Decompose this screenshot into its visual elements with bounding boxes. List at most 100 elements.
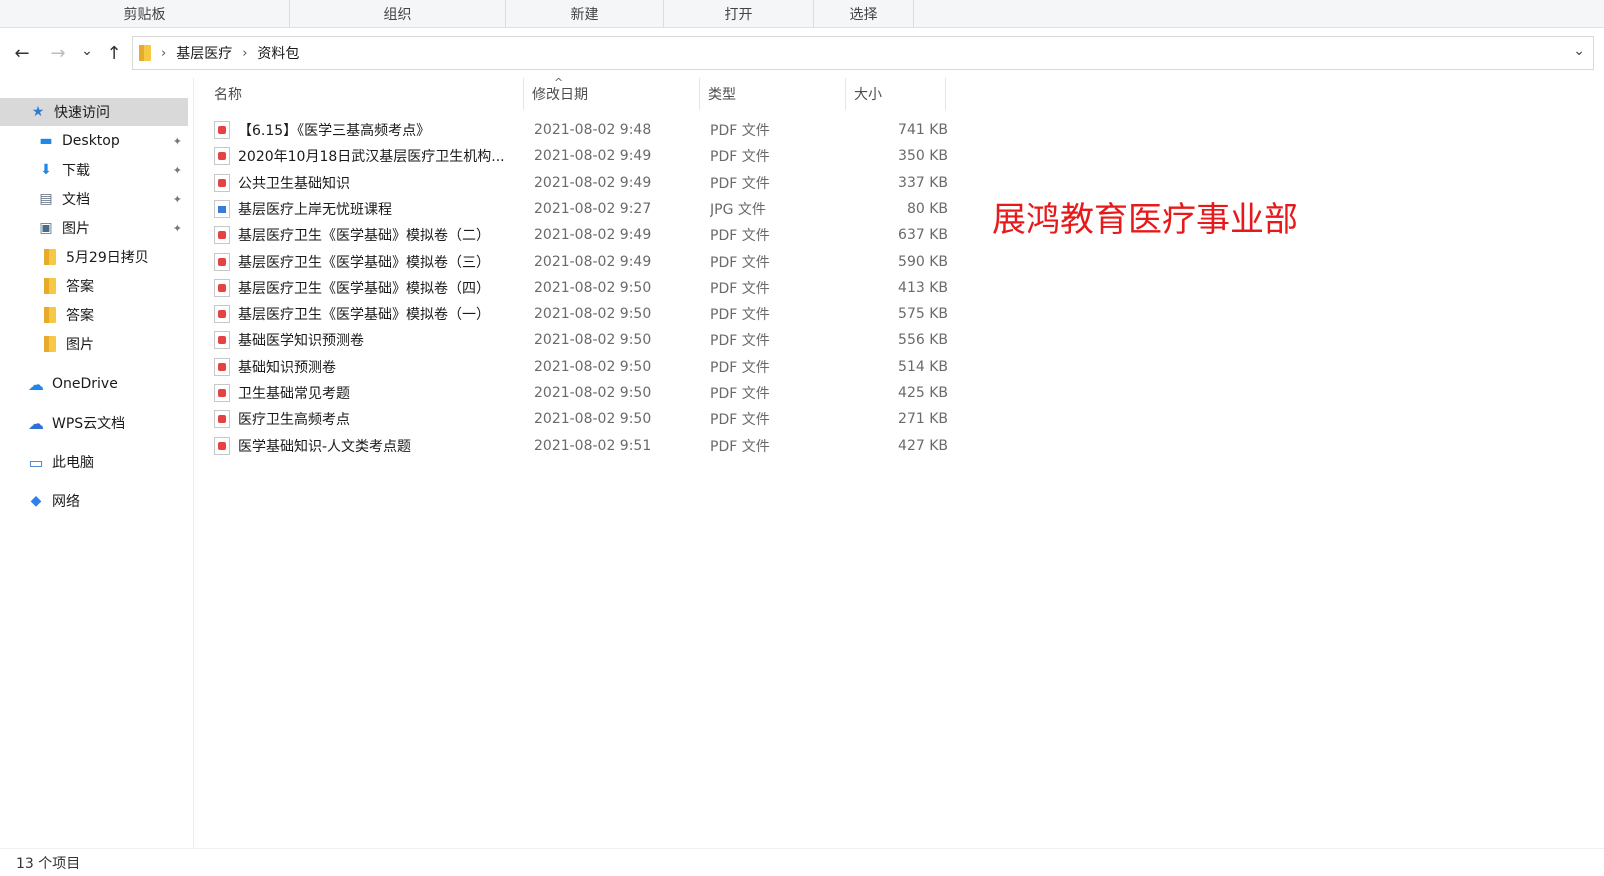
document-icon: ▤ (39, 191, 53, 207)
file-date: 2021-08-02 9:50 (534, 385, 652, 401)
file-row[interactable]: 基础医学知识预测卷 2021-08-02 9:50 PDF 文件 556 KB (214, 327, 1164, 353)
desktop-icon: ▬ (39, 133, 53, 149)
forward-button[interactable]: → (44, 39, 72, 67)
ribbon-group-clipboard[interactable]: 剪贴板 (0, 0, 290, 28)
file-name: 医疗卫生高频考点 (238, 412, 350, 429)
file-name-cell: 基层医疗上岸无忧班课程 (214, 196, 514, 222)
folder-icon (139, 45, 151, 61)
file-name: 基础医学知识预测卷 (238, 333, 364, 350)
up-button[interactable]: ↑ (100, 39, 128, 67)
breadcrumb-item-ziliaobao[interactable]: 资料包 (257, 43, 299, 63)
file-row[interactable]: 基层医疗卫生《医学基础》模拟卷（四） 2021-08-02 9:50 PDF 文件 4… (214, 275, 1164, 301)
file-row[interactable]: 2020年10月18日武汉基层医疗卫生机构... 2021-08-02 9:49 P… (214, 143, 1164, 169)
item-count: 13 个项目 (16, 855, 81, 872)
sidebar-item-label: 此电脑 (52, 455, 94, 471)
file-row[interactable]: 基层医疗卫生《医学基础》模拟卷（一） 2021-08-02 9:50 PDF 文件 5… (214, 301, 1164, 327)
cloud-icon: ☁ (28, 374, 44, 394)
network-icon: ◆ (30, 493, 42, 509)
file-type: PDF 文件 (710, 123, 770, 139)
computer-icon: ▭ (28, 452, 44, 472)
file-date: 2021-08-02 9:49 (534, 253, 652, 270)
sidebar-item-label: 下载 (62, 163, 90, 179)
file-name-cell: 医学基础知识-人文类考点题 (214, 433, 514, 459)
file-name: 基层医疗卫生《医学基础》模拟卷（二） (238, 228, 490, 245)
download-arrow-icon: ⬇ (40, 162, 52, 178)
file-row[interactable]: 卫生基础常见考题 2021-08-02 9:50 PDF 文件 425 KB (214, 380, 1164, 406)
file-row[interactable]: 【6.15】《医学三基高频考点》 2021-08-02 9:48 PDF 文件 741… (214, 117, 1164, 143)
file-name-cell: 卫生基础常见考题 (214, 380, 514, 406)
sidebar-item-desktop[interactable]: ▬ Desktop ✦ (0, 127, 188, 155)
watermark-text: 展鸿教育医疗事业部 (992, 200, 1298, 240)
file-name-cell: 公共卫生基础知识 (214, 170, 514, 196)
sidebar-item-folder-answers-1[interactable]: 答案 (0, 272, 188, 300)
file-name: 基础知识预测卷 (238, 359, 336, 376)
file-date: 2021-08-02 9:49 (534, 227, 652, 244)
sidebar-item-documents[interactable]: ▤ 文档 ✦ (0, 185, 188, 213)
sidebar-item-folder-answers-2[interactable]: 答案 (0, 301, 188, 329)
column-header-name[interactable]: 名称 (206, 78, 524, 110)
file-name-cell: 基础知识预测卷 (214, 354, 514, 380)
sidebar-item-onedrive[interactable]: ☁ OneDrive (0, 370, 188, 398)
recent-locations-button[interactable]: ⌄ (76, 37, 98, 65)
breadcrumb-item-jiceng[interactable]: 基层医疗 (176, 43, 232, 63)
pdf-file-icon (214, 226, 230, 245)
file-row[interactable]: 基层医疗卫生《医学基础》模拟卷（三） 2021-08-02 9:49 PDF 文件 5… (214, 249, 1164, 275)
file-name: 基层医疗卫生《医学基础》模拟卷（三） (238, 254, 490, 271)
sidebar-item-label: 5月29日拷贝 (66, 250, 149, 266)
ribbon-group-open[interactable]: 打开 (664, 0, 814, 28)
file-size: 637 KB (898, 227, 948, 244)
address-dropdown-icon[interactable]: ⌄ (1573, 43, 1585, 59)
ribbon-group-select[interactable]: 选择 (814, 0, 914, 28)
file-size: 741 KB (898, 122, 948, 138)
file-name-cell: 医疗卫生高频考点 (214, 406, 514, 432)
file-size: 350 KB (898, 148, 948, 165)
folder-icon (40, 334, 60, 354)
sidebar-item-pictures[interactable]: ▣ 图片 ✦ (0, 214, 188, 242)
file-size: 514 KB (898, 358, 948, 375)
pdf-file-icon (214, 384, 230, 402)
file-date: 2021-08-02 9:27 (534, 200, 652, 217)
file-size: 590 KB (898, 253, 948, 270)
ribbon-group-organize[interactable]: 组织 (290, 0, 506, 28)
file-size: 575 KB (898, 306, 948, 323)
pdf-file-icon (214, 410, 230, 429)
file-row[interactable]: 医疗卫生高频考点 2021-08-02 9:50 PDF 文件 271 KB (214, 406, 1164, 432)
sidebar-item-label: 答案 (66, 308, 94, 324)
file-name: 基层医疗卫生《医学基础》模拟卷（四） (238, 280, 490, 297)
sidebar-item-folder-pictures[interactable]: 图片 (0, 330, 188, 358)
file-row[interactable]: 基础知识预测卷 2021-08-02 9:50 PDF 文件 514 KB (214, 354, 1164, 380)
file-type: PDF 文件 (710, 438, 770, 455)
file-row[interactable]: 医学基础知识-人文类考点题 2021-08-02 9:51 PDF 文件 427 KB (214, 433, 1164, 459)
file-size: 80 KB (906, 200, 948, 217)
ribbon-group-new[interactable]: 新建 (506, 0, 664, 28)
sidebar-item-wps-cloud[interactable]: ☁ WPS云文档 (0, 409, 188, 437)
column-header-date[interactable]: 修改日期 (524, 78, 700, 110)
address-bar[interactable]: › 基层医疗 › 资料包 ⌄ (132, 36, 1594, 70)
column-header-size[interactable]: 大小 (846, 78, 946, 110)
file-date: 2021-08-02 9:50 (534, 306, 652, 323)
file-name: 公共卫生基础知识 (238, 175, 350, 192)
column-header-type[interactable]: 类型 (700, 78, 846, 110)
sidebar-item-this-pc[interactable]: ▭ 此电脑 (0, 448, 188, 476)
back-button[interactable]: ← (8, 39, 36, 67)
sidebar-item-label: 答案 (66, 279, 94, 295)
file-size: 271 KB (898, 411, 948, 428)
file-name: 基层医疗卫生《医学基础》模拟卷（一） (238, 307, 490, 324)
file-type: PDF 文件 (710, 412, 770, 429)
pdf-file-icon (214, 357, 230, 376)
pin-icon: ✦ (172, 134, 182, 148)
sidebar-item-label: OneDrive (52, 376, 118, 392)
file-name: 【6.15】《医学三基高频考点》 (238, 123, 431, 139)
pictures-icon: ▣ (39, 220, 53, 236)
file-type: JPG 文件 (710, 201, 766, 218)
status-bar: 13 个项目 (0, 848, 1604, 876)
sidebar-item-network[interactable]: ◆ 网络 (0, 487, 188, 515)
file-name: 2020年10月18日武汉基层医疗卫生机构... (238, 149, 505, 166)
file-name-cell: 基层医疗卫生《医学基础》模拟卷（四） (214, 275, 514, 301)
sidebar-item-folder-0529[interactable]: 5月29日拷贝 (0, 243, 188, 271)
sidebar-item-downloads[interactable]: ⬇ 下载 ✦ (0, 156, 188, 184)
file-name-cell: 基层医疗卫生《医学基础》模拟卷（一） (214, 301, 514, 327)
folder-icon (40, 305, 60, 325)
sidebar-item-quick-access[interactable]: ★ 快速访问 (0, 98, 188, 126)
file-date: 2021-08-02 9:50 (534, 279, 652, 296)
